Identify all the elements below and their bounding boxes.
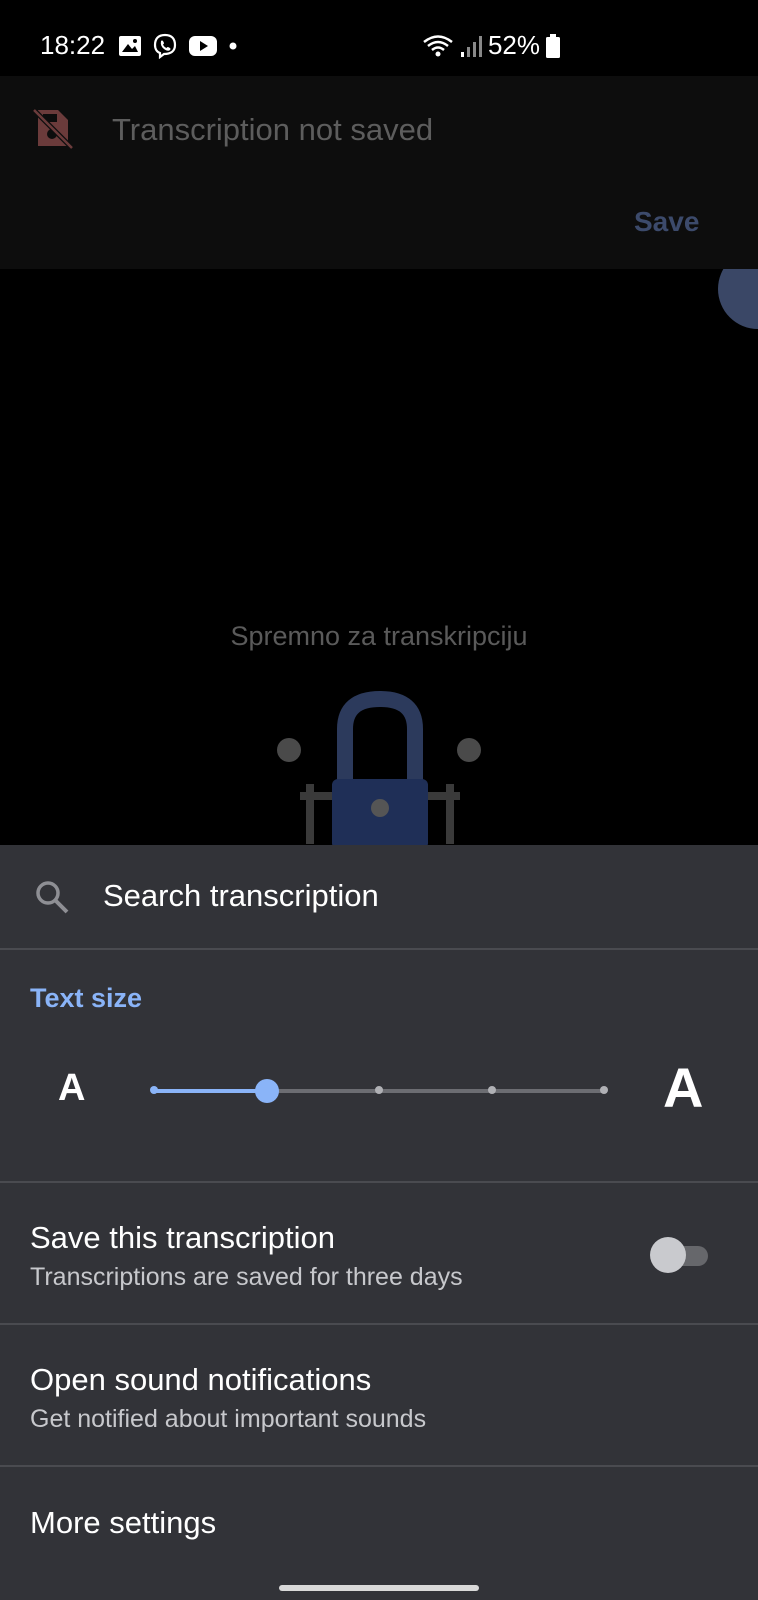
divider	[0, 1465, 758, 1467]
divider	[0, 1181, 758, 1183]
slider-thumb[interactable]	[254, 1079, 279, 1103]
status-right: 52%	[422, 30, 560, 61]
save-transcription-toggle[interactable]	[650, 1237, 708, 1273]
no-save-icon	[32, 108, 74, 150]
save-button[interactable]: Save	[634, 206, 699, 238]
text-size-large-label: A	[663, 1056, 704, 1119]
battery-percent: 52%	[487, 30, 540, 60]
gesture-nav-bar	[279, 1585, 479, 1591]
gallery-icon	[119, 36, 141, 56]
top-banner: Transcription not saved Save	[0, 76, 758, 269]
status-bar: 18:22 52%	[0, 0, 758, 76]
more-settings-item[interactable]: More settings	[30, 1505, 216, 1541]
youtube-icon	[189, 36, 217, 56]
slider-tick[interactable]	[600, 1086, 608, 1094]
viber-icon	[153, 33, 177, 59]
save-transcription-title: Save this transcription	[30, 1220, 335, 1255]
status-time: 18:22	[40, 30, 106, 60]
text-size-title: Text size	[30, 983, 143, 1013]
sound-notifications-subtitle: Get notified about important sounds	[30, 1405, 427, 1433]
slider-fill	[154, 1089, 267, 1093]
search-label: Search transcription	[103, 878, 379, 913]
notification-icons	[118, 33, 238, 59]
transcription-area: Spremno za transkripciju	[0, 269, 758, 845]
search-transcription-row[interactable]: Search transcription	[0, 845, 758, 950]
floating-action-button[interactable]	[718, 269, 758, 329]
battery-icon	[546, 33, 560, 58]
wifi-icon	[423, 34, 453, 56]
settings-sheet: Search transcription Text size A A Save …	[0, 845, 758, 1600]
save-transcription-subtitle: Transcriptions are saved for three days	[30, 1263, 463, 1291]
toggle-thumb	[650, 1237, 686, 1273]
slider-tick[interactable]	[150, 1086, 158, 1094]
sound-notifications-title: Open sound notifications	[30, 1362, 372, 1397]
search-icon	[36, 881, 69, 914]
text-size-small-label: A	[58, 1067, 86, 1109]
ready-status-text: Spremno za transkripciju	[230, 621, 528, 651]
signal-icon	[460, 35, 482, 57]
slider-tick[interactable]	[487, 1086, 496, 1094]
text-size-slider[interactable]	[150, 1079, 608, 1103]
dot-icon	[229, 42, 237, 50]
slider-tick[interactable]	[375, 1086, 383, 1094]
divider	[0, 1323, 758, 1325]
banner-title: Transcription not saved	[112, 112, 434, 147]
lock-robot-illustration	[277, 690, 481, 845]
